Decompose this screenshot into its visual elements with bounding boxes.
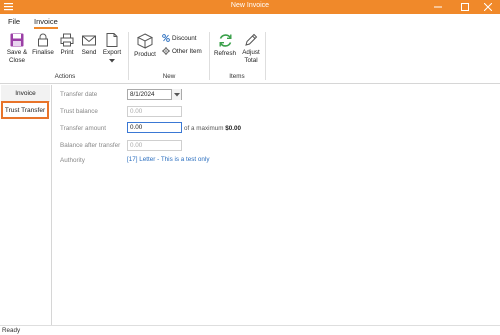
trust-balance-field: 0.00 <box>127 106 182 117</box>
maximum-text: of a maximum $0.00 <box>184 125 241 132</box>
maximize-icon <box>461 3 469 11</box>
menu-bar: File Invoice <box>0 14 500 30</box>
chevron-down-icon <box>109 58 115 62</box>
printer-icon <box>60 33 74 47</box>
tab-file[interactable]: File <box>8 17 20 26</box>
balance-after-field: 0.00 <box>127 140 182 151</box>
ribbon-divider <box>128 32 129 80</box>
export-button[interactable]: Export <box>101 33 123 63</box>
maximum-prefix: of a maximum <box>184 125 224 132</box>
maximum-value: $0.00 <box>225 125 242 132</box>
send-label: Send <box>81 49 97 56</box>
other-item-label: Other Item <box>172 47 202 55</box>
export-label: Export <box>102 49 122 56</box>
refresh-label: Refresh <box>213 50 237 57</box>
gear-icon <box>162 47 170 55</box>
ribbon-divider <box>209 32 210 80</box>
print-button[interactable]: Print <box>58 33 76 57</box>
envelope-icon <box>82 35 96 46</box>
side-navigation: Invoice Trust Transfer <box>0 85 52 325</box>
trust-balance-label: Trust balance <box>60 108 98 115</box>
transfer-amount-label: Transfer amount <box>60 125 106 132</box>
other-item-button[interactable]: Other Item <box>162 47 202 55</box>
finalise-button[interactable]: Finalise <box>32 33 54 57</box>
close-icon <box>484 3 492 11</box>
percent-icon <box>162 34 170 42</box>
nav-item-invoice[interactable]: Invoice <box>1 85 50 102</box>
minimize-icon <box>434 6 442 8</box>
document-icon <box>106 33 118 47</box>
ribbon-divider <box>265 32 266 80</box>
refresh-icon <box>219 34 231 47</box>
adjust-total-button[interactable]: Adjust Total <box>240 33 262 64</box>
product-label: Product <box>134 51 156 58</box>
items-group-label: Items <box>229 73 245 80</box>
finalise-label: Finalise <box>32 49 54 56</box>
minimize-button[interactable] <box>424 0 452 14</box>
nav-item-label: Trust Transfer <box>4 106 46 114</box>
nav-item-trust-transfer[interactable]: Trust Transfer <box>1 101 49 119</box>
transfer-date-label: Transfer date <box>60 91 98 98</box>
adjust-total-label: Adjust Total <box>242 49 260 64</box>
authority-link[interactable]: [17] Letter - This is a test only <box>127 156 209 163</box>
nav-item-label: Invoice <box>15 89 36 97</box>
chevron-down-icon <box>173 92 180 96</box>
status-bar: Ready <box>0 325 500 335</box>
date-dropdown-button[interactable] <box>171 89 181 100</box>
transfer-amount-input[interactable]: 0.00 <box>127 122 182 133</box>
title-bar: New Invoice <box>0 0 500 14</box>
actions-group-label: Actions <box>54 73 76 80</box>
save-icon <box>10 33 24 47</box>
status-text: Ready <box>2 327 21 334</box>
print-label: Print <box>60 49 74 56</box>
save-close-label: Save & Close <box>6 49 28 64</box>
tab-invoice[interactable]: Invoice <box>34 17 58 29</box>
discount-label: Discount <box>172 34 197 42</box>
new-group-label: New <box>162 73 176 80</box>
save-close-button[interactable]: Save & Close <box>4 33 30 64</box>
send-button[interactable]: Send <box>80 33 98 57</box>
balance-after-label: Balance after transfer <box>60 142 121 149</box>
box-icon <box>137 33 153 49</box>
ribbon: Save & Close Finalise Print Send Export … <box>0 30 500 84</box>
close-button[interactable] <box>474 0 500 14</box>
discount-button[interactable]: Discount <box>162 34 197 42</box>
authority-label: Authority <box>60 157 85 164</box>
lock-icon <box>38 33 48 47</box>
refresh-button[interactable]: Refresh <box>213 33 237 58</box>
product-button[interactable]: Product <box>132 33 158 59</box>
pencil-icon <box>245 33 258 46</box>
